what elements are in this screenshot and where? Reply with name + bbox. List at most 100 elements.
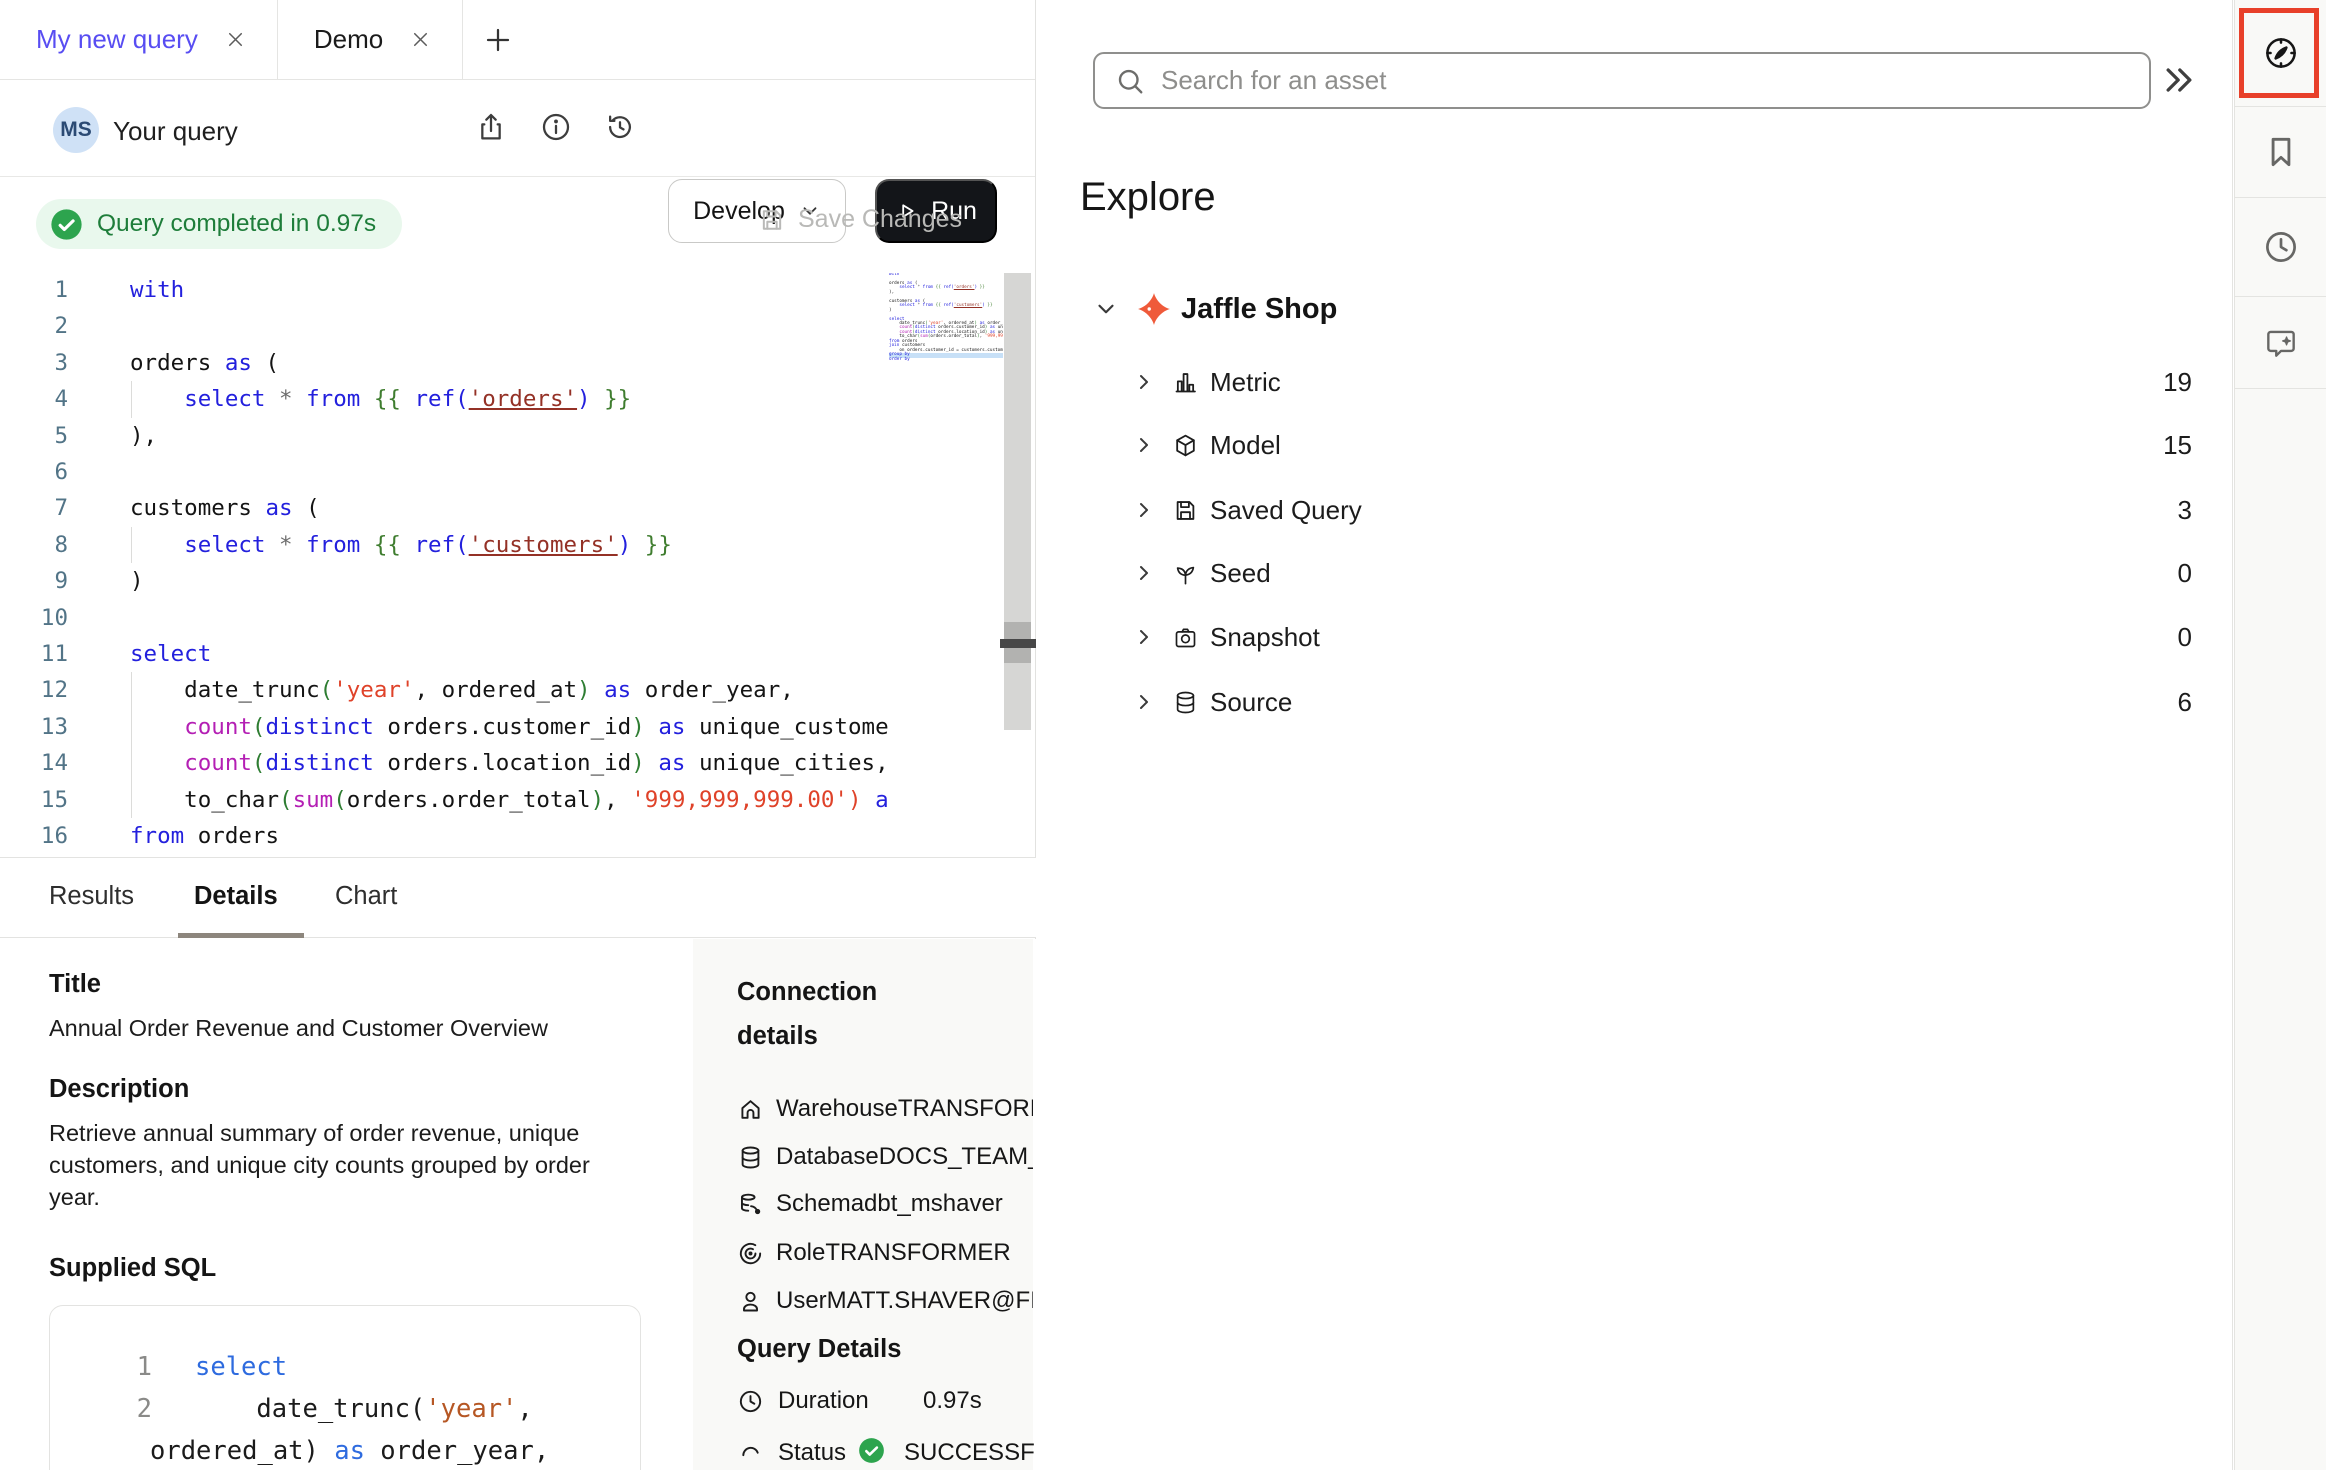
bookmark-icon bbox=[2262, 133, 2300, 171]
item-count: 19 bbox=[2163, 367, 2192, 398]
code-line: select bbox=[130, 636, 211, 672]
status-arc-icon bbox=[737, 1440, 764, 1467]
connection-warehouse: WarehouseTRANSFORMING bbox=[737, 1089, 1033, 1129]
editor-minimap[interactable]: with orders as ( select * from {{ ref('o… bbox=[889, 273, 1003, 833]
search-placeholder: Search for an asset bbox=[1161, 65, 1386, 96]
query-header: MS Your query Develop Run bbox=[0, 81, 1035, 177]
active-tab-underline bbox=[178, 933, 304, 938]
clock-icon bbox=[2262, 228, 2300, 266]
code-line: from orders bbox=[130, 818, 279, 854]
chevron-down-icon[interactable] bbox=[1093, 296, 1119, 322]
minimap-line: order by bbox=[889, 358, 1003, 362]
explore-item-source[interactable]: Source6 bbox=[1037, 678, 2192, 726]
database-icon bbox=[737, 1144, 764, 1171]
sql-line: date_trunc('year', bbox=[195, 1388, 533, 1430]
close-icon[interactable] bbox=[409, 28, 432, 51]
right-icon-rail bbox=[2234, 0, 2326, 1470]
chat-sparkle-icon bbox=[2262, 324, 2300, 362]
explore-root-jaffle-shop[interactable]: Jaffle Shop bbox=[1037, 285, 2192, 333]
history-icon[interactable] bbox=[589, 96, 651, 158]
pane-resize-grip[interactable] bbox=[1000, 639, 1036, 648]
metric-icon bbox=[1172, 369, 1199, 396]
explore-heading: Explore bbox=[1080, 175, 1216, 220]
home-icon bbox=[737, 1096, 764, 1123]
connection-schema: Schemadbt_mshaver bbox=[737, 1184, 1033, 1224]
explore-item-saved-query[interactable]: Saved Query3 bbox=[1037, 486, 2192, 534]
explore-item-metric[interactable]: Metric 19 bbox=[1037, 358, 2192, 406]
tab-bar: My new query Demo bbox=[0, 0, 1035, 80]
supplied-sql-code-block: 1select2 date_trunc('year',ordered_at) a… bbox=[49, 1305, 641, 1470]
rail-compass-button[interactable] bbox=[2235, 0, 2326, 107]
query-details-heading: Query Details bbox=[737, 1335, 901, 1364]
title-label: Title bbox=[49, 970, 101, 999]
chevron-right-icon[interactable] bbox=[1132, 690, 1156, 714]
explore-item-model[interactable]: Model15 bbox=[1037, 421, 2192, 469]
code-line: ), bbox=[130, 418, 157, 454]
details-panel: Title Annual Order Revenue and Customer … bbox=[0, 939, 1036, 1470]
title-value: Annual Order Revenue and Customer Overvi… bbox=[49, 1015, 548, 1042]
collapse-panel-icon[interactable] bbox=[2159, 60, 2205, 102]
supplied-sql-label: Supplied SQL bbox=[49, 1254, 216, 1283]
tab-details[interactable]: Details bbox=[194, 882, 278, 911]
explore-panel: Search for an asset Explore Jaffle Shop … bbox=[1037, 0, 2233, 1470]
saved-query-icon bbox=[1172, 497, 1199, 524]
item-count: 0 bbox=[2178, 622, 2192, 653]
status-label: Status bbox=[778, 1439, 846, 1467]
code-line: with bbox=[130, 272, 184, 308]
rail-clock-button[interactable] bbox=[2235, 198, 2326, 297]
sql-line: select bbox=[195, 1346, 287, 1388]
rail-chat-sparkle-button[interactable] bbox=[2235, 297, 2326, 389]
save-changes-button[interactable]: Save Changes bbox=[758, 205, 962, 234]
success-check-icon bbox=[50, 208, 83, 241]
root-label: Jaffle Shop bbox=[1181, 293, 1337, 326]
code-line: ) bbox=[130, 563, 144, 599]
chevron-right-icon[interactable] bbox=[1132, 561, 1156, 585]
chevron-right-icon[interactable] bbox=[1132, 370, 1156, 394]
chevron-right-icon[interactable] bbox=[1132, 433, 1156, 457]
connection-details-heading: Connection details bbox=[737, 970, 937, 1058]
seed-icon bbox=[1172, 560, 1199, 587]
sql-line-number: 2 bbox=[92, 1388, 152, 1430]
code-line: orders as ( bbox=[130, 345, 279, 381]
code-area[interactable]: with orders as ( select * from {{ ref('or… bbox=[0, 250, 890, 857]
save-changes-label: Save Changes bbox=[798, 205, 962, 234]
selected-tool-highlight bbox=[2239, 8, 2319, 98]
duration-label: Duration bbox=[778, 1387, 869, 1415]
results-tab-bar: Results Details Chart bbox=[0, 857, 1036, 938]
connection-value: RoleTRANSFORMER bbox=[776, 1239, 1011, 1267]
item-label: Metric bbox=[1210, 367, 1281, 398]
query-title: Your query bbox=[113, 116, 238, 147]
tab-results[interactable]: Results bbox=[49, 882, 134, 911]
item-count: 3 bbox=[2178, 495, 2192, 526]
close-icon[interactable] bbox=[224, 28, 247, 51]
duration-row: Duration 0.97s bbox=[737, 1387, 1033, 1415]
user-icon bbox=[737, 1288, 764, 1315]
new-tab-button[interactable] bbox=[463, 0, 533, 79]
avatar: MS bbox=[53, 107, 99, 153]
connection-value: Schemadbt_mshaver bbox=[776, 1190, 1003, 1218]
sql-code-editor[interactable]: 12345678910111213141516 withorders as ( … bbox=[0, 250, 1036, 857]
model-icon bbox=[1172, 432, 1199, 459]
share-icon[interactable] bbox=[460, 96, 522, 158]
code-line: select * from {{ ref('customers') }} bbox=[130, 527, 672, 563]
tab-label: My new query bbox=[36, 24, 198, 55]
explore-item-seed[interactable]: Seed0 bbox=[1037, 549, 2192, 597]
connection-value: DatabaseDOCS_TEAM_ bbox=[776, 1143, 1033, 1171]
explore-item-snapshot[interactable]: Snapshot0 bbox=[1037, 613, 2192, 661]
connection-value: WarehouseTRANSFORMING bbox=[776, 1095, 1033, 1123]
rail-bookmark-button[interactable] bbox=[2235, 107, 2326, 198]
duration-value: 0.97s bbox=[923, 1387, 982, 1415]
connection-user: UserMATT.SHAVER@FISHTOWN bbox=[737, 1281, 1033, 1321]
chevron-right-icon[interactable] bbox=[1132, 498, 1156, 522]
code-line: select * from {{ ref('orders') }} bbox=[130, 381, 631, 417]
query-editor-pane: My new query Demo MS Your query Develop … bbox=[0, 0, 1036, 1470]
info-icon[interactable] bbox=[525, 96, 587, 158]
item-label: Seed bbox=[1210, 558, 1271, 589]
tab-demo[interactable]: Demo bbox=[278, 0, 463, 79]
status-value: SUCCESSFUL bbox=[904, 1439, 1036, 1467]
tab-my-new-query[interactable]: My new query bbox=[0, 0, 278, 79]
tab-chart[interactable]: Chart bbox=[335, 882, 397, 911]
chevron-right-icon[interactable] bbox=[1132, 625, 1156, 649]
asset-search-input[interactable]: Search for an asset bbox=[1093, 52, 2151, 109]
item-label: Source bbox=[1210, 687, 1292, 718]
